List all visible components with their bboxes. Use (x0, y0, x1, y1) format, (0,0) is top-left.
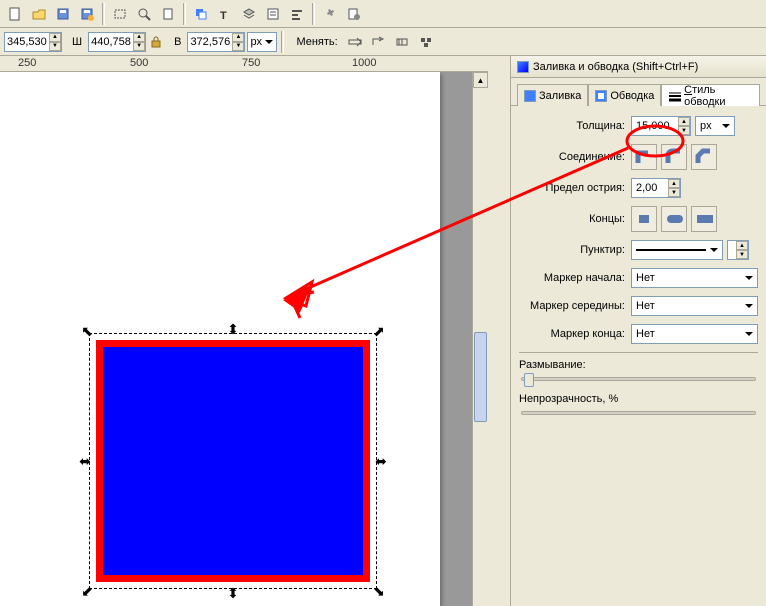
zoom-page-icon[interactable] (157, 3, 179, 25)
tab-fill[interactable]: Заливка (517, 84, 588, 106)
x-spinner[interactable]: ▲▼ (49, 33, 61, 51)
row-miter: Предел острия: ▲▼ (519, 178, 758, 198)
align-icon[interactable] (286, 3, 308, 25)
blur-slider[interactable] (521, 377, 756, 381)
row-marker-start: Маркер начала: Нет (519, 268, 758, 288)
fill-stroke-icon[interactable] (190, 3, 212, 25)
cap-butt-button[interactable] (631, 206, 657, 232)
rectangle-shape[interactable] (96, 340, 370, 582)
save-icon[interactable] (52, 3, 74, 25)
prefs-icon[interactable] (319, 3, 341, 25)
save-as-icon[interactable] (76, 3, 98, 25)
change-label: Менять: (296, 36, 337, 48)
thickness-field[interactable]: ▲▼ (631, 116, 691, 136)
row-marker-mid: Маркер середины: Нет (519, 296, 758, 316)
miter-spinner[interactable]: ▲▼ (668, 179, 680, 197)
marker-end-select[interactable]: Нет (631, 324, 758, 344)
scroll-thumb[interactable] (474, 332, 487, 422)
w-spinner[interactable]: ▲▼ (133, 33, 145, 51)
dash-offset-spinner[interactable]: ▲▼ (736, 241, 748, 259)
h-spinner[interactable]: ▲▼ (232, 33, 244, 51)
tab-stroke-paint[interactable]: Обводка (588, 84, 661, 106)
dock-title-swatch-icon (517, 61, 529, 73)
selection-bounds[interactable]: ⬉ ⬍ ⬈ ⬌ ⬌ ⬋ ⬍ ⬊ (82, 326, 384, 596)
layers-icon[interactable] (238, 3, 260, 25)
thickness-unit-select[interactable]: px (695, 116, 735, 136)
svg-text:T: T (220, 10, 227, 21)
affect-stroke-icon[interactable] (344, 31, 366, 53)
vertical-scrollbar[interactable]: ▲ (472, 72, 488, 606)
cap-round-button[interactable] (661, 206, 687, 232)
dash-select[interactable] (631, 240, 723, 260)
resize-handle-e[interactable]: ⬌ (374, 454, 388, 468)
text-tool-icon[interactable]: T (214, 3, 236, 25)
thickness-spinner[interactable]: ▲▼ (678, 117, 690, 135)
marker-start-label: Маркер начала: (519, 272, 631, 284)
fill-stroke-dock: Заливка и обводка (Shift+Ctrl+F) Заливка… (510, 56, 766, 606)
row-marker-end: Маркер конца: Нет (519, 324, 758, 344)
scroll-up-icon[interactable]: ▲ (473, 72, 488, 88)
resize-handle-n[interactable]: ⬍ (226, 322, 240, 336)
toolbar-main: T (0, 0, 766, 28)
dock-title-bar[interactable]: Заливка и обводка (Shift+Ctrl+F) (511, 56, 766, 78)
unit-select[interactable]: px (247, 32, 277, 52)
join-label: Соединение: (519, 151, 631, 163)
affect-pattern-icon[interactable] (416, 31, 438, 53)
marker-mid-select[interactable]: Нет (631, 296, 758, 316)
cap-square-button[interactable] (691, 206, 717, 232)
opacity-label: Непрозрачность, % (519, 393, 758, 405)
canvas[interactable]: ⬉ ⬍ ⬈ ⬌ ⬌ ⬋ ⬍ ⬊ ▲ (0, 72, 488, 606)
opacity-slider[interactable] (521, 411, 756, 415)
resize-handle-sw[interactable]: ⬋ (80, 584, 94, 598)
join-miter-button[interactable] (631, 144, 657, 170)
row-join: Соединение: (519, 144, 758, 170)
resize-handle-se[interactable]: ⬊ (372, 584, 386, 598)
resize-handle-nw[interactable]: ⬉ (80, 324, 94, 338)
x-field[interactable]: ▲▼ (4, 32, 62, 52)
new-doc-icon[interactable] (4, 3, 26, 25)
dash-offset-field[interactable]: ▲▼ (727, 240, 749, 260)
resize-handle-ne[interactable]: ⬈ (372, 324, 386, 338)
join-bevel-button[interactable] (691, 144, 717, 170)
thickness-label: Толщина: (519, 120, 631, 132)
miter-label: Предел острия: (519, 182, 631, 194)
h-field[interactable]: ▲▼ (187, 32, 245, 52)
row-cap: Концы: (519, 206, 758, 232)
row-dash: Пунктир: ▲▼ (519, 240, 758, 260)
blur-label: Размывание: (519, 359, 758, 371)
marker-start-select[interactable]: Нет (631, 268, 758, 288)
horizontal-ruler: 250 500 750 1000 (0, 56, 488, 72)
join-round-button[interactable] (661, 144, 687, 170)
w-label: Ш (72, 36, 82, 48)
marker-end-label: Маркер конца: (519, 328, 631, 340)
doc-prefs-icon[interactable] (343, 3, 365, 25)
xml-icon[interactable] (262, 3, 284, 25)
row-thickness: Толщина: ▲▼ px (519, 116, 758, 136)
dock-tabs: Заливка Обводка Стиль обводки (511, 78, 766, 106)
blur-slider-thumb[interactable] (524, 373, 534, 387)
zoom-fit-icon[interactable] (109, 3, 131, 25)
fill-swatch-icon (524, 90, 536, 102)
affect-gradient-icon[interactable] (392, 31, 414, 53)
resize-handle-w[interactable]: ⬌ (78, 454, 92, 468)
tab-stroke-style[interactable]: Стиль обводки (661, 84, 760, 106)
resize-handle-s[interactable]: ⬍ (226, 586, 240, 600)
cap-label: Концы: (519, 213, 631, 225)
h-label: В (174, 36, 181, 48)
miter-field[interactable]: ▲▼ (631, 178, 681, 198)
toolbar-options: ▲▼ Ш ▲▼ В ▲▼ px Менять: (0, 28, 766, 56)
zoom-sel-icon[interactable] (133, 3, 155, 25)
dock-title-label: Заливка и обводка (Shift+Ctrl+F) (533, 61, 698, 73)
affect-corners-icon[interactable] (368, 31, 390, 53)
stroke-swatch-icon (595, 90, 607, 102)
w-field[interactable]: ▲▼ (88, 32, 146, 52)
dash-label: Пунктир: (519, 244, 631, 256)
stroke-style-panel: Толщина: ▲▼ px Соединение: Предел острия… (511, 106, 766, 606)
marker-mid-label: Маркер середины: (519, 300, 631, 312)
lock-aspect-icon[interactable] (148, 32, 164, 52)
open-doc-icon[interactable] (28, 3, 50, 25)
stroke-style-icon (668, 90, 681, 102)
